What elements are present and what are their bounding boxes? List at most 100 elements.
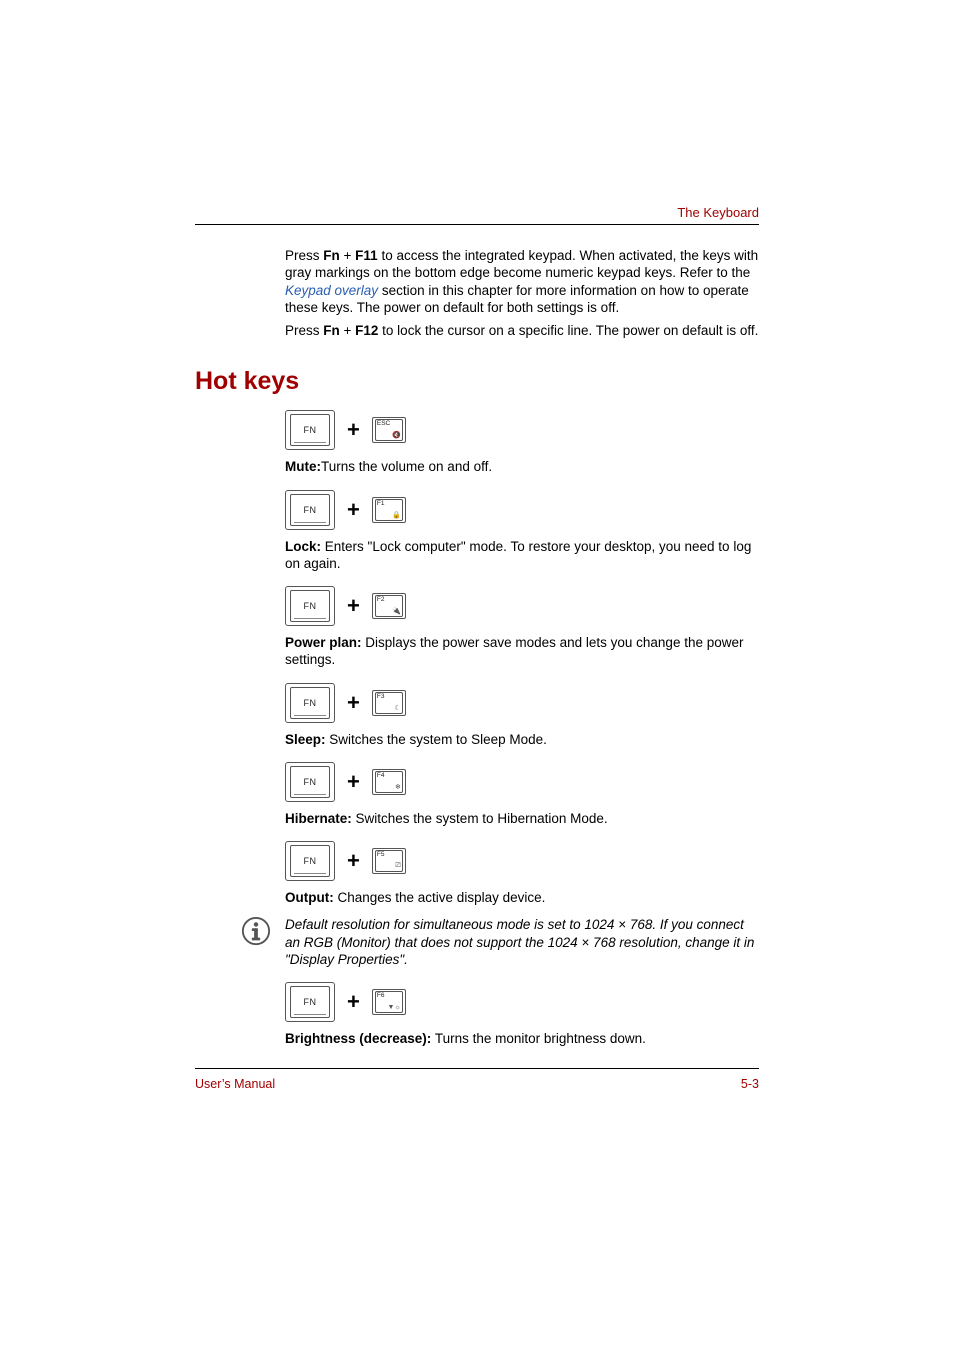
hotkeys-column: FN + ESC 🔇 Mute:Turns the volume on and … xyxy=(285,410,759,1047)
text: to lock the cursor on a specific line. T… xyxy=(378,323,758,338)
key-name: F12 xyxy=(355,323,378,338)
hotkey-description: Sleep: Switches the system to Sleep Mode… xyxy=(285,731,759,748)
text: + xyxy=(340,323,355,338)
key-row: FN + F5 ⎚ xyxy=(285,841,759,881)
header-rule xyxy=(195,224,759,225)
hotkey-description: Output: Changes the active display devic… xyxy=(285,889,759,906)
hotkey-lock: FN + F1 🔒 Lock: Enters "Lock computer" m… xyxy=(285,490,759,573)
page-header: The Keyboard xyxy=(195,205,759,225)
fn-key-icon: FN xyxy=(285,982,335,1022)
label: Output: xyxy=(285,890,334,905)
plus-icon: + xyxy=(347,593,360,619)
f2-key-icon: F2 🔌 xyxy=(372,593,406,619)
plus-icon: + xyxy=(347,690,360,716)
fn-key-icon: FN xyxy=(285,762,335,802)
key-label: F2 xyxy=(377,596,385,603)
power-glyph-icon: 🔌 xyxy=(392,607,401,615)
f4-key-icon: F4 ❄ xyxy=(372,769,406,795)
key-label: F5 xyxy=(377,851,385,858)
sleep-glyph-icon: ☾ xyxy=(395,704,401,712)
section-heading-hot-keys: Hot keys xyxy=(195,367,759,396)
text: Switches the system to Hibernation Mode. xyxy=(352,811,608,826)
page-number: 5-3 xyxy=(741,1077,759,1091)
text: Changes the active display device. xyxy=(334,890,546,905)
body-column: Press Fn + F11 to access the integrated … xyxy=(285,247,759,339)
label: Power plan: xyxy=(285,635,362,650)
esc-key-icon: ESC 🔇 xyxy=(372,417,406,443)
text: Turns the monitor brightness down. xyxy=(431,1031,646,1046)
f5-key-icon: F5 ⎚ xyxy=(372,848,406,874)
hotkey-description: Lock: Enters "Lock computer" mode. To re… xyxy=(285,538,759,573)
mute-glyph-icon: 🔇 xyxy=(392,431,401,439)
section-label: The Keyboard xyxy=(195,205,759,220)
footer-rule xyxy=(195,1068,759,1069)
brightness-down-glyph-icon: ▼☼ xyxy=(388,1004,401,1011)
key-label: ESC xyxy=(377,420,390,427)
plus-icon: + xyxy=(347,989,360,1015)
label: Lock: xyxy=(285,539,321,554)
key-name: Fn xyxy=(323,248,340,263)
key-label: FN xyxy=(304,505,317,515)
lock-glyph-icon: 🔒 xyxy=(392,511,401,519)
text: Enters "Lock computer" mode. To restore … xyxy=(285,539,751,571)
key-label: FN xyxy=(304,777,317,787)
key-label: FN xyxy=(304,698,317,708)
fn-key-icon: FN xyxy=(285,683,335,723)
key-row: FN + F4 ❄ xyxy=(285,762,759,802)
key-label: FN xyxy=(304,997,317,1007)
key-label: FN xyxy=(304,601,317,611)
key-row: FN + F1 🔒 xyxy=(285,490,759,530)
text: Press xyxy=(285,323,323,338)
key-label: FN xyxy=(304,425,317,435)
hotkey-description: Mute:Turns the volume on and off. xyxy=(285,458,759,475)
fn-key-icon: FN xyxy=(285,586,335,626)
hotkey-power-plan: FN + F2 🔌 Power plan: Displays the power… xyxy=(285,586,759,669)
hotkey-description: Brightness (decrease): Turns the monitor… xyxy=(285,1030,759,1047)
note-block: Default resolution for simultaneous mode… xyxy=(241,916,759,968)
f1-key-icon: F1 🔒 xyxy=(372,497,406,523)
key-name: Fn xyxy=(323,323,340,338)
fn-key-icon: FN xyxy=(285,490,335,530)
label: Hibernate: xyxy=(285,811,352,826)
intro-paragraph-2: Press Fn + F12 to lock the cursor on a s… xyxy=(285,322,759,339)
page-footer: User’s Manual 5-3 xyxy=(195,1068,759,1091)
link-keypad-overlay[interactable]: Keypad overlay xyxy=(285,283,378,298)
key-row: FN + F3 ☾ xyxy=(285,683,759,723)
text: + xyxy=(340,248,355,263)
key-label: F1 xyxy=(377,500,385,507)
display-glyph-icon: ⎚ xyxy=(395,862,401,870)
label: Mute: xyxy=(285,459,321,474)
text: Turns the volume on and off. xyxy=(321,459,492,474)
key-label: F3 xyxy=(377,693,385,700)
plus-icon: + xyxy=(347,417,360,443)
note-text: Default resolution for simultaneous mode… xyxy=(285,916,759,968)
key-label: F4 xyxy=(377,772,385,779)
page: The Keyboard Press Fn + F11 to access th… xyxy=(0,0,954,1351)
key-name: F11 xyxy=(355,248,378,263)
plus-icon: + xyxy=(347,848,360,874)
label: Sleep: xyxy=(285,732,326,747)
f6-key-icon: F6 ▼☼ xyxy=(372,989,406,1015)
f3-key-icon: F3 ☾ xyxy=(372,690,406,716)
fn-key-icon: FN xyxy=(285,410,335,450)
hotkey-output: FN + F5 ⎚ Output: Changes the active dis… xyxy=(285,841,759,906)
plus-icon: + xyxy=(347,769,360,795)
key-label: FN xyxy=(304,856,317,866)
hotkey-description: Hibernate: Switches the system to Hibern… xyxy=(285,810,759,827)
hotkey-sleep: FN + F3 ☾ Sleep: Switches the system to … xyxy=(285,683,759,748)
key-label: F6 xyxy=(377,992,385,999)
intro-paragraph-1: Press Fn + F11 to access the integrated … xyxy=(285,247,759,316)
key-row: FN + F6 ▼☼ xyxy=(285,982,759,1022)
footer-title: User’s Manual xyxy=(195,1077,275,1091)
plus-icon: + xyxy=(347,497,360,523)
hibernate-glyph-icon: ❄ xyxy=(395,783,401,791)
info-icon xyxy=(241,916,271,946)
text: Switches the system to Sleep Mode. xyxy=(326,732,547,747)
hotkey-hibernate: FN + F4 ❄ Hibernate: Switches the system… xyxy=(285,762,759,827)
hotkey-mute: FN + ESC 🔇 Mute:Turns the volume on and … xyxy=(285,410,759,475)
hotkey-description: Power plan: Displays the power save mode… xyxy=(285,634,759,669)
fn-key-icon: FN xyxy=(285,841,335,881)
key-row: FN + F2 🔌 xyxy=(285,586,759,626)
label: Brightness (decrease): xyxy=(285,1031,431,1046)
text: Press xyxy=(285,248,323,263)
